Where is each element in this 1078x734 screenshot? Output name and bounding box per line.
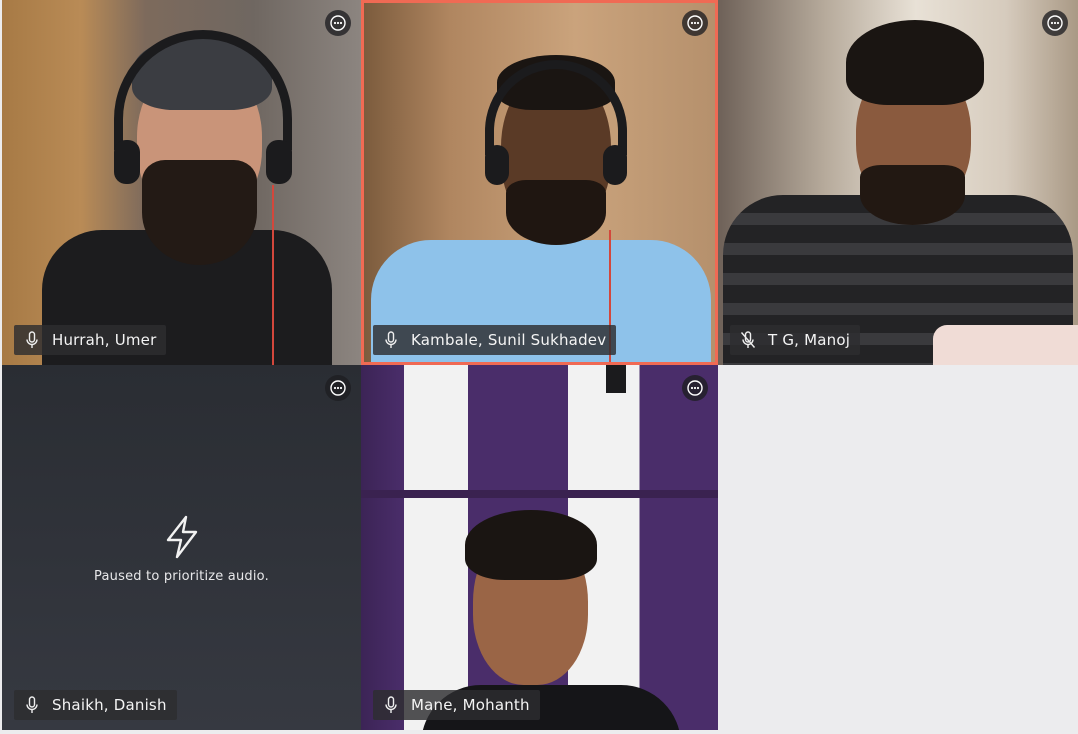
participant-tile-tg-manoj[interactable]: T G, Manoj bbox=[718, 0, 1078, 365]
participant-name: Mane, Mohanth bbox=[411, 696, 530, 714]
microphone-muted-icon bbox=[740, 331, 756, 349]
participant-name-tag: Hurrah, Umer bbox=[14, 325, 167, 355]
microphone-icon bbox=[24, 696, 40, 714]
microphone-icon bbox=[383, 331, 399, 349]
participant-name-tag: Mane, Mohanth bbox=[373, 690, 540, 720]
more-options-icon bbox=[330, 380, 346, 396]
participant-video bbox=[361, 365, 718, 730]
participant-name: Hurrah, Umer bbox=[52, 331, 157, 349]
more-options-button[interactable] bbox=[325, 375, 351, 401]
video-grid: Hurrah, Umer Kambale, Sunil Sukhadev T G… bbox=[0, 0, 1078, 734]
more-options-icon bbox=[1047, 15, 1063, 31]
participant-video bbox=[718, 0, 1078, 365]
paused-message: Paused to prioritize audio. bbox=[94, 569, 269, 584]
participant-tile-mane-mohanth[interactable]: Mane, Mohanth bbox=[361, 365, 718, 730]
participant-name: Shaikh, Danish bbox=[52, 696, 167, 714]
more-options-button[interactable] bbox=[682, 10, 708, 36]
participant-video bbox=[2, 0, 361, 365]
video-paused-notice: Paused to prioritize audio. bbox=[2, 515, 361, 584]
more-options-icon bbox=[687, 15, 703, 31]
participant-tile-kambale-sunil[interactable]: Kambale, Sunil Sukhadev bbox=[361, 0, 718, 365]
more-options-button[interactable] bbox=[325, 10, 351, 36]
lightning-bolt-icon bbox=[166, 515, 197, 559]
participant-tile-shaikh-danish[interactable]: Paused to prioritize audio. Shaikh, Dani… bbox=[2, 365, 361, 730]
more-options-icon bbox=[687, 380, 703, 396]
participant-name: Kambale, Sunil Sukhadev bbox=[411, 331, 607, 349]
microphone-icon bbox=[383, 696, 399, 714]
microphone-icon bbox=[24, 331, 40, 349]
participant-tile-hurrah-umer[interactable]: Hurrah, Umer bbox=[2, 0, 361, 365]
participant-name-tag: Kambale, Sunil Sukhadev bbox=[373, 325, 617, 355]
more-options-icon bbox=[330, 15, 346, 31]
participant-video bbox=[361, 0, 718, 365]
participant-name-tag: T G, Manoj bbox=[730, 325, 861, 355]
participant-name-tag: Shaikh, Danish bbox=[14, 690, 177, 720]
more-options-button[interactable] bbox=[1042, 10, 1068, 36]
participant-name: T G, Manoj bbox=[768, 331, 851, 349]
empty-tile bbox=[718, 365, 1078, 730]
more-options-button[interactable] bbox=[682, 375, 708, 401]
